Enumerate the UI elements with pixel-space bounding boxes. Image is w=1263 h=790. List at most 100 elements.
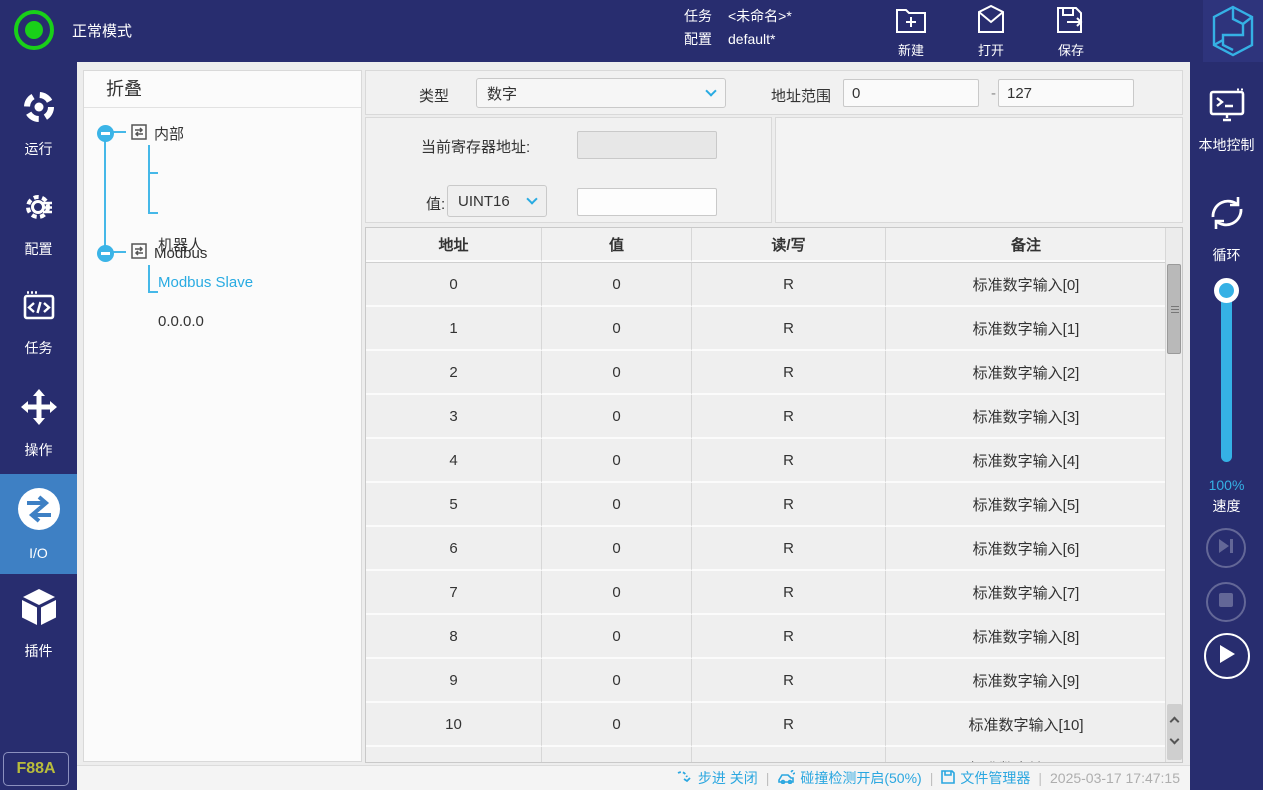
register-panel: 当前寄存器地址: 值: UINT16 [365,117,772,223]
tree-connector [148,291,158,293]
nav-item-config[interactable]: 配置 [0,174,77,274]
cell-address: 1 [366,307,542,351]
top-bar: 正常模式 任务 <未命名>* 配置 default* 新建 打开 保存 [0,0,1263,62]
cell-value: 0 [542,659,692,703]
nav-label: 操作 [24,442,53,458]
cell-value: 0 [542,703,692,747]
speed-slider-track[interactable] [1221,290,1232,462]
cell-remark: 标准数字输入[0] [886,263,1166,307]
cell-value: 0 [542,483,692,527]
tree-connector [148,265,150,293]
current-register-input [577,131,717,159]
play-button[interactable] [1204,633,1250,679]
table-row[interactable]: 6 0 R 标准数字输入[6] [366,527,1166,571]
scroll-up-icon[interactable] [1169,716,1180,727]
collapse-minus-icon[interactable] [97,125,114,142]
config-label: 配置 [684,31,712,47]
local-control-label: 本地控制 [1198,137,1255,153]
tree-node-internal[interactable]: 内部 [97,123,184,144]
value-type-value: UINT16 [458,192,510,210]
tree-node-modbus[interactable]: Modbus [97,243,207,263]
open-button[interactable]: 打开 [956,4,1026,59]
tree-node-ip[interactable]: 0.0.0.0 [158,313,204,330]
speed-percent: 100% [1208,477,1245,493]
speed-slider-handle[interactable] [1214,278,1239,303]
address-to-input[interactable] [998,79,1134,107]
save-button-label: 保存 [1057,43,1084,58]
cell-address: 4 [366,439,542,483]
cell-rw: R [692,395,886,439]
loop-button[interactable]: 循环 [1190,192,1263,265]
step-forward-icon [1217,538,1235,559]
table-row[interactable]: 10 0 R 标准数字输入[10] [366,703,1166,747]
collapse-minus-icon[interactable] [97,244,114,262]
play-icon [1218,644,1236,669]
step-mode-label: 步进 关闭 [697,770,758,786]
nav-item-task[interactable]: 任务 [0,274,77,374]
address-from-input[interactable] [843,79,979,107]
table-scrollbar[interactable] [1165,228,1182,762]
table-row[interactable]: 2 0 R 标准数字输入[2] [366,351,1166,395]
tree-node-label: 0.0.0.0 [158,313,204,330]
tree-node-label: 内部 [154,126,185,143]
table-row[interactable]: 3 0 R 标准数字输入[3] [366,395,1166,439]
cell-remark: 标准数字输入[10] [886,703,1166,747]
nav-item-operate[interactable]: 操作 [0,374,77,474]
tree-node-modbus-slave[interactable]: Modbus Slave [158,274,253,291]
table-row[interactable]: 8 0 R 标准数字输入[8] [366,615,1166,659]
step-forward-button[interactable] [1206,528,1246,568]
cell-remark: 标准数字输入[1] [886,307,1166,351]
step-arrow-icon [677,770,693,787]
cell-remark: 标准数字输入[9] [886,659,1166,703]
nav-item-io[interactable]: I/O [0,474,77,574]
cell-remark: 标准数字输入[6] [886,527,1166,571]
new-file-icon [876,4,946,36]
cell-rw: R [692,747,886,762]
table-row[interactable]: 0 0 R 标准数字输入[0] [366,263,1166,307]
value-type-select[interactable]: UINT16 [447,185,547,217]
new-button[interactable]: 新建 [876,4,946,59]
table-row[interactable]: 5 0 R 标准数字输入[5] [366,483,1166,527]
device-bus-icon [131,123,147,144]
cell-rw: R [692,439,886,483]
tree-connector [148,172,158,174]
file-manager-button[interactable]: 文件管理器 [941,768,1030,788]
scrollbar-thumb[interactable] [1167,264,1181,354]
col-header-rw: 读/写 [692,228,886,262]
cell-value: 0 [542,263,692,307]
collision-detect-status[interactable]: 碰撞检测开启(50%) [777,768,922,788]
type-select[interactable]: 数字 [476,78,726,108]
cell-value: 0 [542,747,692,762]
loop-cycle-icon [1206,197,1248,238]
mode-label: 正常模式 [72,23,133,40]
detail-empty-panel [775,117,1183,223]
current-register-label: 当前寄存器地址: [421,139,531,156]
cell-rw: R [692,571,886,615]
device-bus-icon [131,243,147,263]
nav-item-plugin[interactable]: 插件 [0,574,77,674]
cell-remark: 标准数字输入[11] [886,747,1166,763]
type-label: 类型 [419,88,450,105]
cell-value: 0 [542,307,692,351]
table-row[interactable]: 9 0 R 标准数字输入[9] [366,659,1166,703]
stop-button[interactable] [1206,582,1246,622]
status-separator: | [765,770,770,786]
table-row[interactable]: 4 0 R 标准数字输入[4] [366,439,1166,483]
table-row[interactable]: 11 0 R 标准数字输入[11] [366,747,1166,763]
save-button[interactable]: 保存 [1036,4,1106,59]
local-control-button[interactable]: 本地控制 [1190,88,1263,155]
value-input[interactable] [577,188,717,216]
cell-remark: 标准数字输入[3] [886,395,1166,439]
nav-item-run[interactable]: 运行 [0,74,77,174]
gear-icon [21,189,57,230]
main-content: 折叠 内部 机器人 Modbus Slave Modbus 0.0.0.0 类型… [77,62,1190,790]
chevron-down-icon [526,193,538,205]
move-arrows-icon [20,388,58,431]
table-row[interactable]: 1 0 R 标准数字输入[1] [366,307,1166,351]
cube-icon [19,587,59,632]
step-mode-status[interactable]: 步进 关闭 [677,768,758,788]
table-row[interactable]: 7 0 R 标准数字输入[7] [366,571,1166,615]
tree-collapse-header[interactable]: 折叠 [84,71,361,108]
cell-value: 0 [542,571,692,615]
scroll-down-icon[interactable] [1169,734,1180,745]
